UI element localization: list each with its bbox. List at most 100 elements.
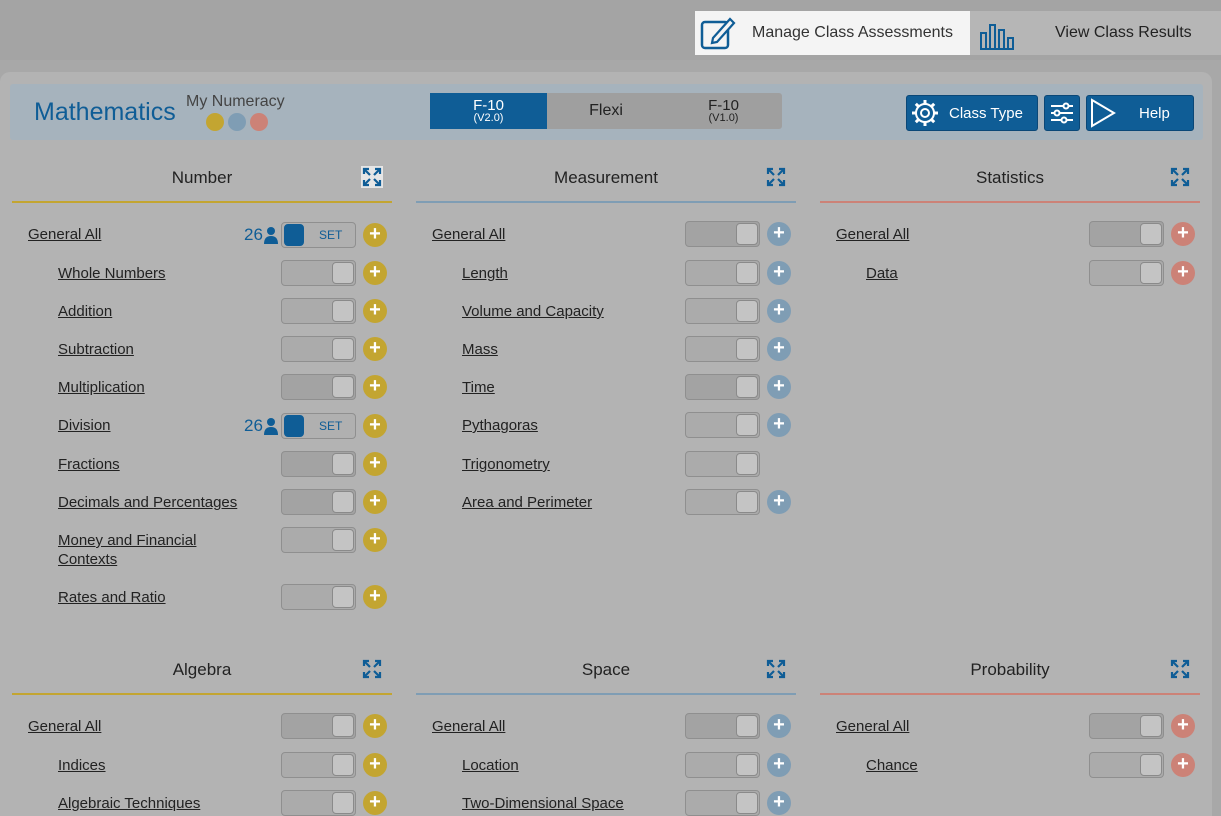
expand-icon[interactable] (1169, 166, 1191, 188)
rates-ratio-toggle[interactable] (281, 584, 356, 610)
two-dimensional-space-link[interactable]: Two-Dimensional Space (462, 794, 624, 813)
area-perimeter-toggle[interactable] (685, 489, 760, 515)
add-button[interactable]: + (363, 490, 387, 514)
multiplication-toggle[interactable] (281, 374, 356, 400)
expand-icon[interactable] (361, 166, 383, 188)
algebraic-techniques-toggle[interactable] (281, 790, 356, 816)
location-toggle[interactable] (685, 752, 760, 778)
data-link[interactable]: Data (866, 264, 898, 283)
algebraic-techniques-link[interactable]: Algebraic Techniques (58, 794, 200, 813)
mass-link[interactable]: Mass (462, 340, 498, 359)
add-button[interactable]: + (363, 714, 387, 738)
trigonometry-link[interactable]: Trigonometry (462, 455, 550, 474)
add-button[interactable]: + (767, 490, 791, 514)
fractions-toggle[interactable] (281, 451, 356, 477)
indices-link[interactable]: Indices (58, 756, 106, 775)
segment-sub: (V2.0) (473, 112, 504, 124)
length-link[interactable]: Length (462, 264, 508, 283)
indices-toggle[interactable] (281, 752, 356, 778)
manage-class-assessments-tab[interactable]: Manage Class Assessments (695, 11, 970, 55)
division-link[interactable]: Division (58, 416, 111, 435)
time-link[interactable]: Time (462, 378, 495, 397)
sliders-icon (1051, 102, 1073, 124)
area-perimeter-link[interactable]: Area and Perimeter (462, 493, 592, 512)
time-toggle[interactable] (685, 374, 760, 400)
expand-icon[interactable] (765, 658, 787, 680)
pythagoras-link[interactable]: Pythagoras (462, 416, 538, 435)
add-button[interactable]: + (1171, 714, 1195, 738)
statistics-general-all-link[interactable]: General All (836, 225, 909, 244)
measurement-general-all-toggle[interactable] (685, 221, 760, 247)
length-toggle[interactable] (685, 260, 760, 286)
whole-numbers-toggle[interactable] (281, 260, 356, 286)
rates-ratio-link[interactable]: Rates and Ratio (58, 588, 166, 607)
decimals-percentages-toggle[interactable] (281, 489, 356, 515)
help-button[interactable]: Help (1086, 95, 1194, 131)
pythagoras-toggle[interactable] (685, 412, 760, 438)
expand-icon[interactable] (765, 166, 787, 188)
probability-general-all-link[interactable]: General All (836, 717, 909, 736)
add-button[interactable]: + (767, 337, 791, 361)
add-button[interactable]: + (767, 753, 791, 777)
money-financial-link[interactable]: Money and Financial Contexts (58, 531, 228, 569)
my-numeracy-label[interactable]: My Numeracy (186, 93, 285, 111)
whole-numbers-link[interactable]: Whole Numbers (58, 264, 166, 283)
add-button[interactable]: + (767, 413, 791, 437)
add-button[interactable]: + (767, 791, 791, 815)
mass-toggle[interactable] (685, 336, 760, 362)
data-toggle[interactable] (1089, 260, 1164, 286)
add-button[interactable]: + (363, 261, 387, 285)
add-button[interactable]: + (363, 452, 387, 476)
add-button[interactable]: + (767, 714, 791, 738)
add-button[interactable]: + (363, 337, 387, 361)
trigonometry-toggle[interactable] (685, 451, 760, 477)
add-button[interactable]: + (363, 223, 387, 247)
decimals-percentages-link[interactable]: Decimals and Percentages (58, 493, 237, 512)
add-button[interactable]: + (767, 261, 791, 285)
space-general-all-link[interactable]: General All (432, 717, 505, 736)
add-button[interactable]: + (363, 585, 387, 609)
tab-f10-v1[interactable]: F-10 (V1.0) (665, 93, 782, 129)
tab-flexi[interactable]: Flexi (547, 93, 665, 129)
add-button[interactable]: + (363, 791, 387, 815)
volume-capacity-toggle[interactable] (685, 298, 760, 324)
money-financial-toggle[interactable] (281, 527, 356, 553)
add-button[interactable]: + (767, 222, 791, 246)
tab-f10-v2[interactable]: F-10 (V2.0) (430, 93, 547, 129)
multiplication-link[interactable]: Multiplication (58, 378, 145, 397)
add-button[interactable]: + (363, 753, 387, 777)
view-class-results-tab[interactable]: View Class Results (970, 11, 1221, 55)
add-button[interactable]: + (1171, 222, 1195, 246)
division-toggle[interactable]: SET (281, 413, 356, 439)
addition-toggle[interactable] (281, 298, 356, 324)
algebra-general-all-link[interactable]: General All (28, 717, 101, 736)
add-button[interactable]: + (1171, 261, 1195, 285)
statistics-general-all-toggle[interactable] (1089, 221, 1164, 247)
add-button[interactable]: + (767, 375, 791, 399)
chance-link[interactable]: Chance (866, 756, 918, 775)
addition-link[interactable]: Addition (58, 302, 112, 321)
subtraction-link[interactable]: Subtraction (58, 340, 134, 359)
add-button[interactable]: + (363, 375, 387, 399)
expand-icon[interactable] (361, 658, 383, 680)
two-dimensional-space-toggle[interactable] (685, 790, 760, 816)
add-button[interactable]: + (1171, 753, 1195, 777)
chance-toggle[interactable] (1089, 752, 1164, 778)
expand-icon[interactable] (1169, 658, 1191, 680)
measurement-general-all-link[interactable]: General All (432, 225, 505, 244)
fractions-link[interactable]: Fractions (58, 455, 120, 474)
algebra-general-all-toggle[interactable] (281, 713, 356, 739)
number-general-all-link[interactable]: General All (28, 225, 101, 244)
number-general-all-toggle[interactable]: SET (281, 222, 356, 248)
space-general-all-toggle[interactable] (685, 713, 760, 739)
add-button[interactable]: + (363, 528, 387, 552)
location-link[interactable]: Location (462, 756, 519, 775)
class-type-button[interactable]: Class Type (906, 95, 1038, 131)
add-button[interactable]: + (363, 299, 387, 323)
probability-general-all-toggle[interactable] (1089, 713, 1164, 739)
volume-capacity-link[interactable]: Volume and Capacity (462, 302, 604, 321)
subtraction-toggle[interactable] (281, 336, 356, 362)
add-button[interactable]: + (363, 414, 387, 438)
add-button[interactable]: + (767, 299, 791, 323)
settings-button[interactable] (1044, 95, 1080, 131)
